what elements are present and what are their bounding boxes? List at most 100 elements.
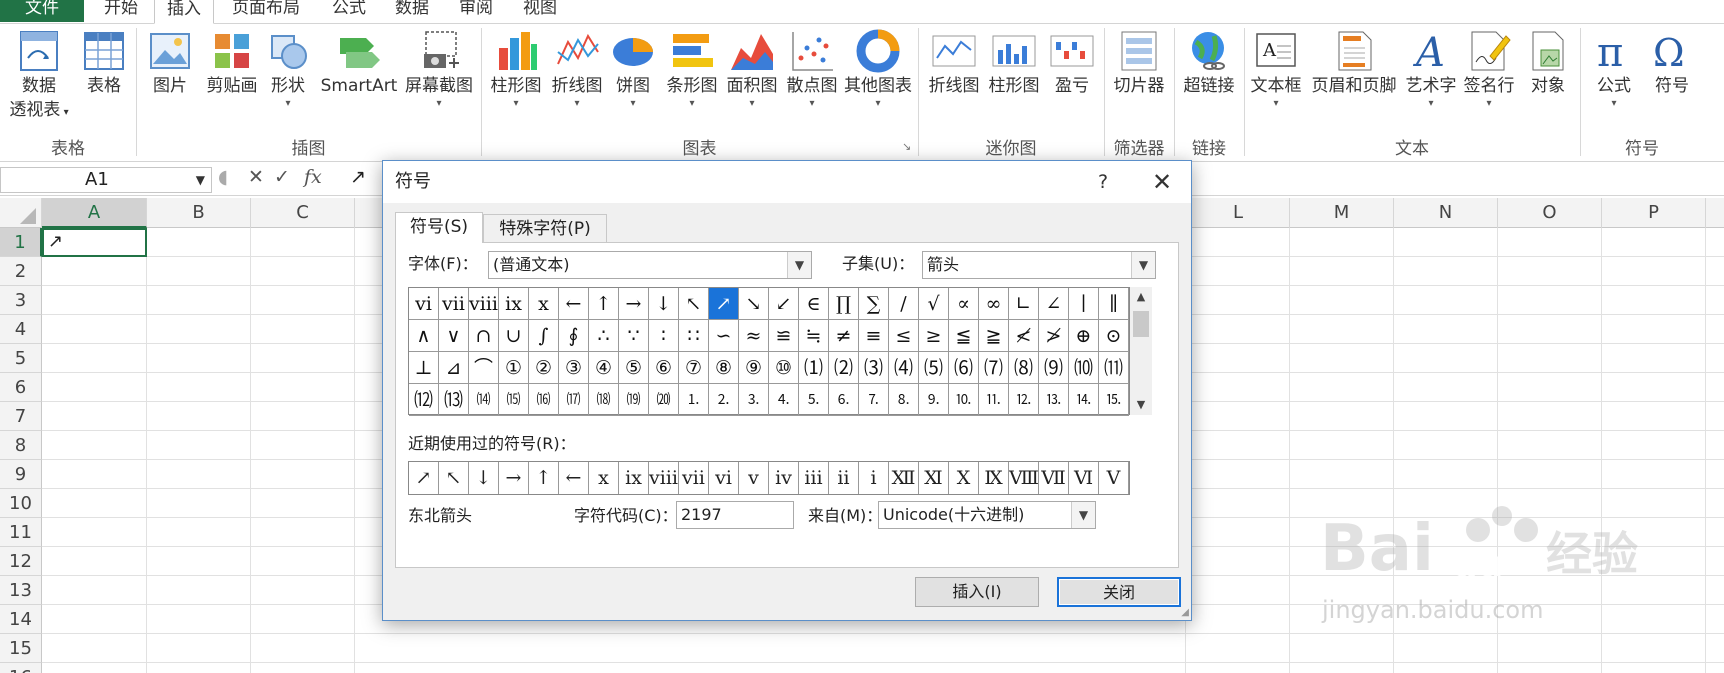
- smartart-button[interactable]: SmartArt: [318, 28, 400, 98]
- recent-symbol-cell[interactable]: ⅸ: [619, 462, 649, 494]
- recent-symbol-cell[interactable]: ⅶ: [679, 462, 709, 494]
- symbol-cell[interactable]: √: [919, 288, 949, 320]
- char-code-input[interactable]: 2197: [676, 501, 794, 529]
- symbol-cell[interactable]: ≧: [979, 320, 1009, 352]
- tab-home[interactable]: 开始: [90, 0, 152, 22]
- other-charts-button[interactable]: 其他图表 ▾: [842, 28, 914, 110]
- symbol-grid-scrollbar[interactable]: ▲ ▼: [1130, 287, 1152, 415]
- pivot-table-button[interactable]: 数据 透视表 ▾: [4, 28, 74, 125]
- picture-button[interactable]: 图片: [144, 28, 196, 98]
- symbol-cell[interactable]: ∈: [799, 288, 829, 320]
- chevron-down-icon[interactable]: ▼: [787, 252, 811, 278]
- pie-chart-button[interactable]: 饼图 ▾: [608, 28, 658, 110]
- symbol-cell[interactable]: ⒉: [709, 384, 739, 416]
- symbol-cell[interactable]: ∶: [649, 320, 679, 352]
- recent-symbol-cell[interactable]: ⅴ: [739, 462, 769, 494]
- row-header-15[interactable]: 15: [0, 634, 42, 663]
- column-header-b[interactable]: B: [147, 198, 251, 228]
- cancel-icon[interactable]: ✕: [248, 166, 264, 188]
- symbol-cell[interactable]: ∏: [829, 288, 859, 320]
- symbol-cell[interactable]: ⒔: [1039, 384, 1069, 416]
- row-header-11[interactable]: 11: [0, 518, 42, 547]
- tab-review[interactable]: 审阅: [446, 0, 506, 22]
- symbol-cell[interactable]: ∝: [949, 288, 979, 320]
- symbol-cell[interactable]: ⒈: [679, 384, 709, 416]
- symbol-cell[interactable]: ⑵: [829, 352, 859, 384]
- symbol-cell[interactable]: ∴: [589, 320, 619, 352]
- symbol-cell[interactable]: ⅹ: [529, 288, 559, 320]
- equation-button[interactable]: π 公式 ▾: [1586, 28, 1642, 110]
- symbol-cell[interactable]: ≒: [799, 320, 829, 352]
- recent-symbol-cell[interactable]: ⅵ: [709, 462, 739, 494]
- symbol-cell[interactable]: ⑧: [709, 352, 739, 384]
- sparkline-line-button[interactable]: 折线图: [924, 28, 984, 98]
- recent-symbol-cell[interactable]: Ⅶ: [1039, 462, 1069, 494]
- symbol-cell[interactable]: ∫: [529, 320, 559, 352]
- symbol-cell[interactable]: ②: [529, 352, 559, 384]
- recent-symbol-cell[interactable]: ⅰ: [859, 462, 889, 494]
- symbol-cell[interactable]: ←: [559, 288, 589, 320]
- symbol-cell[interactable]: ∷: [679, 320, 709, 352]
- tab-view[interactable]: 视图: [510, 0, 570, 22]
- symbol-cell[interactable]: ⒏: [889, 384, 919, 416]
- symbol-cell[interactable]: ⒆: [619, 384, 649, 416]
- select-all-corner[interactable]: [0, 198, 42, 228]
- sparkline-column-button[interactable]: 柱形图: [984, 28, 1044, 98]
- symbol-cell[interactable]: ⒍: [829, 384, 859, 416]
- font-select[interactable]: (普通文本) ▼: [488, 251, 812, 279]
- recent-symbol-cell[interactable]: ↖: [439, 462, 469, 494]
- symbol-cell[interactable]: ∣: [1069, 288, 1099, 320]
- symbol-cell[interactable]: ①: [499, 352, 529, 384]
- symbol-cell[interactable]: ⑾: [1099, 352, 1129, 384]
- symbol-cell[interactable]: ③: [559, 352, 589, 384]
- symbol-cell[interactable]: ⒊: [739, 384, 769, 416]
- recent-symbol-cell[interactable]: ↑: [529, 462, 559, 494]
- symbol-cell[interactable]: ⅷ: [469, 288, 499, 320]
- textbox-button[interactable]: A 文本框 ▾: [1248, 28, 1304, 110]
- recent-symbol-cell[interactable]: ⅱ: [829, 462, 859, 494]
- shapes-button[interactable]: 形状 ▾: [266, 28, 310, 110]
- recent-symbol-cell[interactable]: Ⅺ: [919, 462, 949, 494]
- symbol-cell[interactable]: ⒎: [859, 384, 889, 416]
- symbol-cell[interactable]: ⒖: [1099, 384, 1129, 416]
- symbol-cell[interactable]: ∩: [469, 320, 499, 352]
- symbol-cell[interactable]: ⒓: [1009, 384, 1039, 416]
- insert-function-icon[interactable]: fx: [304, 166, 322, 188]
- recent-symbol-cell[interactable]: ↗: [409, 462, 439, 494]
- recent-symbol-cell[interactable]: Ⅴ: [1099, 462, 1129, 494]
- symbol-cell[interactable]: ≦: [949, 320, 979, 352]
- symbol-cell[interactable]: ≮: [1009, 320, 1039, 352]
- symbol-cell-selected[interactable]: ↗: [709, 288, 739, 320]
- sparkline-winloss-button[interactable]: 盈亏: [1046, 28, 1098, 98]
- symbol-cell[interactable]: ⑥: [649, 352, 679, 384]
- symbol-cell[interactable]: ⒃: [529, 384, 559, 416]
- symbol-cell[interactable]: ∥: [1099, 288, 1129, 320]
- column-header-l[interactable]: L: [1186, 198, 1290, 228]
- column-header-m[interactable]: M: [1290, 198, 1394, 228]
- symbol-cell[interactable]: ⑩: [769, 352, 799, 384]
- symbol-cell[interactable]: ↑: [589, 288, 619, 320]
- symbol-cell[interactable]: ⊥: [409, 352, 439, 384]
- scatter-chart-button[interactable]: 散点图 ▾: [782, 28, 842, 110]
- table-button[interactable]: 表格: [78, 28, 130, 98]
- symbol-cell[interactable]: ⒀: [439, 384, 469, 416]
- symbol-cell[interactable]: ≌: [769, 320, 799, 352]
- symbol-cell[interactable]: ≡: [859, 320, 889, 352]
- symbol-cell[interactable]: ↓: [649, 288, 679, 320]
- row-header-5[interactable]: 5: [0, 344, 42, 373]
- tab-insert[interactable]: 插入: [154, 0, 214, 24]
- symbol-cell[interactable]: ⑿: [409, 384, 439, 416]
- symbol-cell[interactable]: ⑻: [1009, 352, 1039, 384]
- row-header-1[interactable]: 1: [0, 228, 42, 257]
- hyperlink-button[interactable]: 超链接: [1178, 28, 1240, 98]
- recent-symbol-cell[interactable]: ←: [559, 462, 589, 494]
- column-chart-button[interactable]: 柱形图 ▾: [486, 28, 546, 110]
- symbol-cell[interactable]: ≠: [829, 320, 859, 352]
- symbol-cell[interactable]: ⑺: [979, 352, 1009, 384]
- row-header-12[interactable]: 12: [0, 547, 42, 576]
- recent-symbol-cell[interactable]: →: [499, 462, 529, 494]
- screenshot-button[interactable]: 屏幕截图 ▾: [402, 28, 476, 110]
- wordart-button[interactable]: A 艺术字 ▾: [1402, 28, 1460, 110]
- chevron-down-icon[interactable]: ▼: [196, 168, 205, 192]
- symbol-cell[interactable]: ∕: [889, 288, 919, 320]
